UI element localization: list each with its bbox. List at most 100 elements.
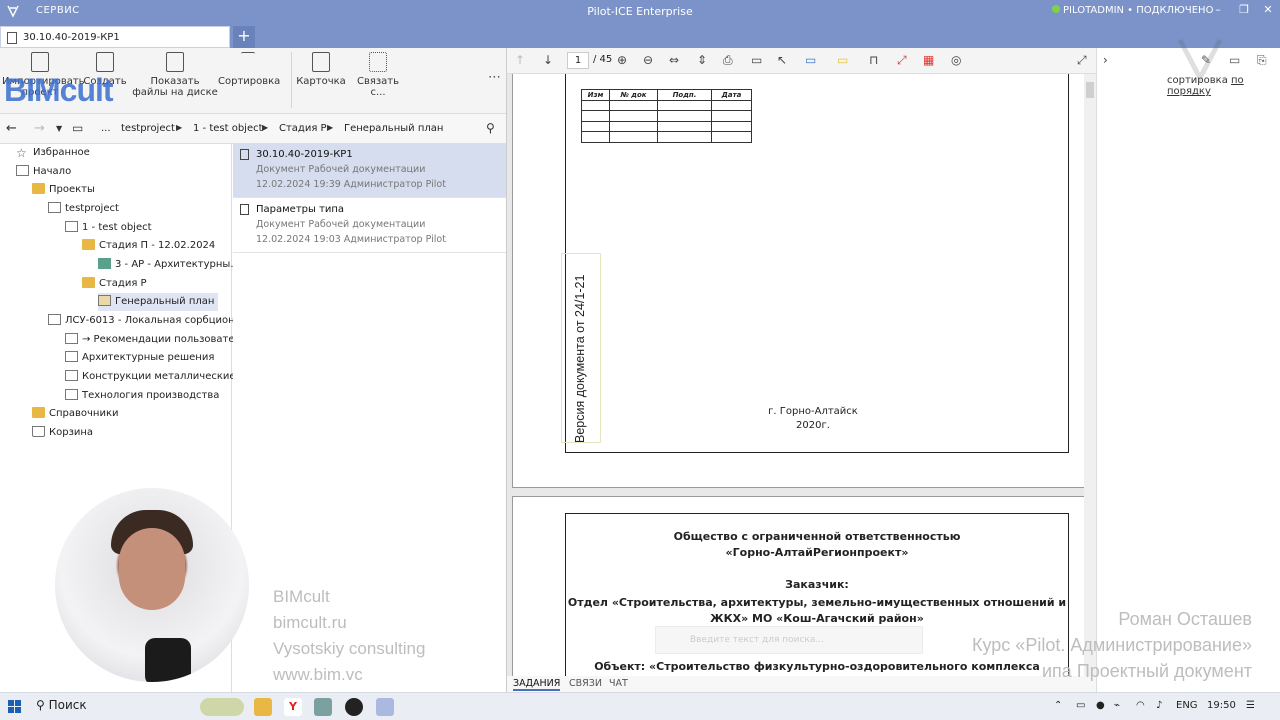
breadcrumb-test-object[interactable]: 1 - test object: [193, 123, 263, 134]
breadcrumb-arrow-icon: ▶: [327, 123, 334, 132]
link-button[interactable]: Связать с...: [348, 52, 408, 98]
attach-icon[interactable]: ⎘: [1257, 53, 1267, 68]
forward-arrow-icon[interactable]: →: [34, 121, 45, 136]
list-item[interactable]: Параметры типа Документ Рабочей документ…: [233, 199, 506, 253]
weather-widget-icon[interactable]: [200, 698, 244, 716]
computer-icon[interactable]: ▭: [72, 121, 83, 135]
show-files-button[interactable]: Показать файлы на диске: [132, 52, 218, 98]
tree-item-projects[interactable]: Проекты: [32, 181, 95, 199]
tray-volume-icon[interactable]: ♪: [1156, 700, 1162, 711]
more-button[interactable]: ⋯: [488, 70, 501, 85]
page-total: / 45: [593, 54, 613, 65]
print-icon[interactable]: ⎙: [723, 53, 733, 68]
breadcrumb-stage-r[interactable]: Стадия Р: [279, 123, 327, 134]
tree-item-stage-r[interactable]: Стадия Р: [82, 275, 147, 293]
tray-clock[interactable]: 19:50: [1207, 700, 1236, 711]
settings-icon[interactable]: [314, 698, 332, 716]
zoom-in-icon[interactable]: ⊕: [617, 53, 627, 67]
yandex-browser-icon[interactable]: Y: [284, 698, 302, 716]
tab-tasks[interactable]: ЗАДАНИЯ: [513, 678, 561, 691]
windows-taskbar: ⚲ Поиск Y ⌃ ▭ ● ⌁ ◠ ♪ ENG 19:50 ☰: [0, 692, 1280, 720]
document-icon: [240, 149, 249, 160]
tab-links[interactable]: СВЯЗИ: [569, 678, 602, 689]
fit-page-icon[interactable]: ⇕: [697, 53, 707, 67]
pilot-app-icon[interactable]: [376, 698, 394, 716]
zoom-out-icon[interactable]: ⊖: [643, 53, 653, 67]
restore-button[interactable]: ❐: [1234, 3, 1254, 19]
search-icon[interactable]: ⚲: [486, 121, 495, 135]
breadcrumb-genplan[interactable]: Генеральный план: [344, 123, 443, 134]
sort-button[interactable]: Сортировка: [218, 52, 280, 87]
object-icon: [65, 333, 78, 344]
tree-item-arch[interactable]: Архитектурные решения: [65, 349, 214, 367]
tree-item-lsu[interactable]: ЛСУ-6013 - Локальная сорбцион...: [48, 312, 244, 330]
breadcrumb-testproject[interactable]: testproject: [121, 123, 175, 134]
next-page-icon[interactable]: ↓: [543, 53, 553, 67]
tab-chat[interactable]: ЧАТ: [609, 678, 628, 689]
presenter-face: [119, 528, 185, 610]
monitor-icon: [16, 165, 29, 176]
tray-microphone-icon[interactable]: ●: [1096, 700, 1105, 711]
breadcrumb-arrow-icon: ▶: [262, 123, 269, 132]
scroll-thumb[interactable]: [1086, 82, 1094, 98]
notifications-icon[interactable]: ☰: [1246, 700, 1255, 711]
status-dot-icon: [1052, 5, 1060, 13]
tree-item-favorites[interactable]: ☆ Избранное: [16, 144, 90, 162]
project-icon: [48, 314, 61, 325]
project-icon: [48, 202, 61, 213]
revision-table: Изм № док Подп. Дата: [581, 89, 752, 143]
add-tab-button[interactable]: +: [233, 26, 255, 48]
windows-start-icon[interactable]: [8, 700, 22, 714]
taskbar-search[interactable]: ⚲ Поиск: [36, 698, 186, 716]
title-bar: СЕРВИС Pilot-ICE Enterprise PILOTADMIN •…: [0, 0, 1280, 24]
tree-item-metal[interactable]: Конструкции металлические: [65, 368, 236, 386]
tray-chevron-icon[interactable]: ⌃: [1054, 700, 1062, 711]
tree-item-trash[interactable]: Корзина: [32, 424, 93, 442]
chevron-right-icon[interactable]: ›: [1103, 53, 1108, 67]
tree-item-tech[interactable]: Технология производства: [65, 387, 219, 405]
explorer-icon[interactable]: [254, 698, 272, 716]
tree-item-refs[interactable]: Справочники: [32, 405, 119, 423]
breadcrumb-arrow-icon: ▶: [176, 123, 183, 132]
tree-item-testproject[interactable]: testproject: [48, 200, 119, 218]
tab-document[interactable]: 30.10.40-2019-КР1: [0, 26, 230, 48]
ribbon-separator: [291, 52, 292, 108]
hatch-icon[interactable]: ▦: [923, 53, 934, 67]
tree-item-genplan[interactable]: Генеральный план: [98, 293, 219, 311]
tray-usb-icon[interactable]: ⌁: [1114, 700, 1120, 711]
present-icon[interactable]: ▭: [751, 53, 762, 67]
list-item[interactable]: 30.10.40-2019-КР1 Документ Рабочей докум…: [233, 144, 506, 198]
select-cursor-icon[interactable]: ↖: [777, 53, 787, 67]
expand-icon[interactable]: ⤢: [1077, 53, 1087, 68]
fit-width-icon[interactable]: ⇔: [669, 53, 679, 67]
back-arrow-icon[interactable]: ←: [6, 121, 17, 136]
tray-language[interactable]: ENG: [1176, 700, 1198, 711]
section-icon: [98, 295, 111, 306]
history-dropdown-icon[interactable]: ▼: [56, 124, 62, 133]
highlight-tool-icon[interactable]: ▭: [837, 53, 848, 67]
measure-icon[interactable]: ⤢: [897, 53, 907, 68]
tree-item-stage-p[interactable]: Стадия П - 12.02.2024: [82, 237, 215, 255]
title-city: г. Горно-Алтайск 2020г.: [768, 406, 858, 431]
tree-item-recommend[interactable]: → Рекомендации пользовате...: [65, 331, 244, 349]
prev-page-icon[interactable]: ↑: [515, 53, 525, 67]
card-button[interactable]: Карточка: [296, 52, 346, 87]
close-button[interactable]: ✕: [1258, 3, 1278, 19]
stamp-icon[interactable]: ◎: [951, 53, 961, 67]
viewer-scrollbar[interactable]: [1084, 74, 1096, 676]
tree-item-home[interactable]: Начало: [16, 163, 71, 181]
tab-label: 30.10.40-2019-КР1: [23, 32, 120, 43]
minimize-button[interactable]: –: [1208, 3, 1228, 19]
rectangle-tool-icon[interactable]: ▭: [805, 53, 816, 67]
tree-item-ar[interactable]: 3 - АР - Архитектурны...: [98, 256, 240, 274]
page-number-input[interactable]: 1: [567, 52, 589, 69]
tree-item-test-object[interactable]: 1 - test object: [65, 219, 152, 237]
folder-view-icon: [166, 52, 184, 72]
tray-wifi-icon[interactable]: ◠: [1136, 700, 1145, 711]
tray-display-icon[interactable]: ▭: [1076, 700, 1085, 711]
document-viewer[interactable]: Изм № док Подп. Дата Версия документа от 24…: [506, 74, 1096, 676]
obs-icon[interactable]: [345, 698, 363, 716]
bookmark-icon[interactable]: ⊓: [869, 53, 878, 67]
breadcrumb-ellipsis[interactable]: ...: [101, 123, 111, 134]
sort-icon: [241, 52, 255, 72]
